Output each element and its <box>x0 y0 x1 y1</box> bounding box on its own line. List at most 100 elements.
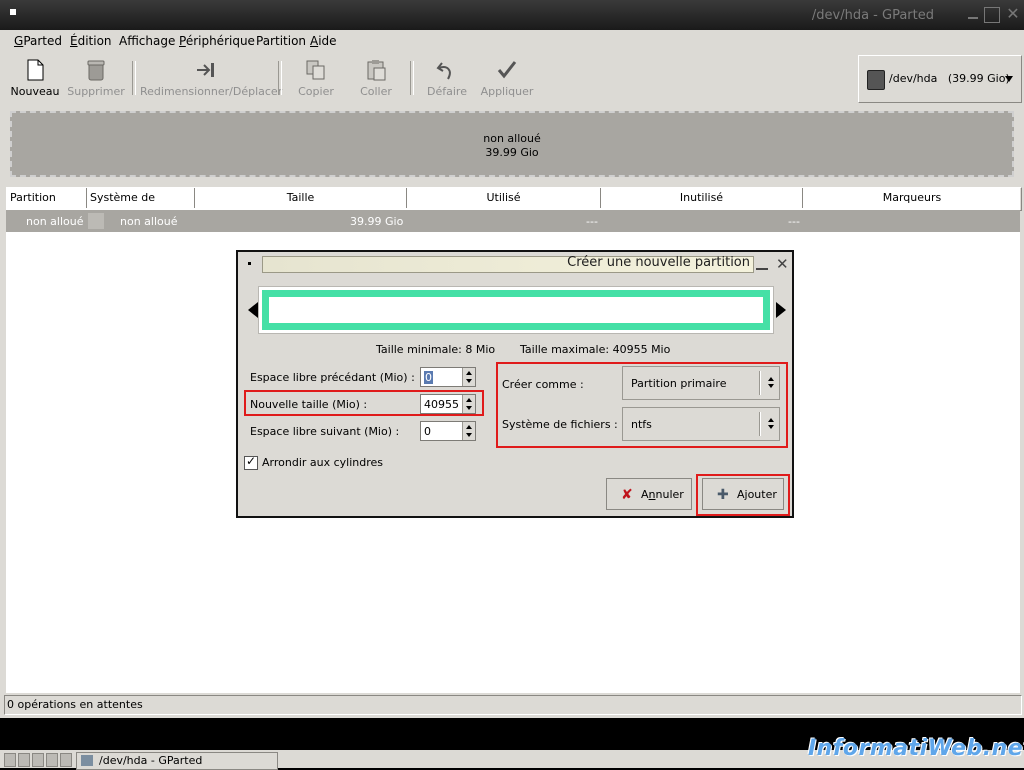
toolbar: Nouveau Supprimer Redimensionner/Déplace… <box>4 53 856 103</box>
new-label: Nouveau <box>10 85 60 98</box>
col-unused[interactable]: Inutilisé <box>601 188 803 208</box>
menu-bar: GParted Édition Affichage Périphérique P… <box>4 30 1020 52</box>
paste-button[interactable]: Coller <box>348 53 404 103</box>
filesystem-value: ntfs <box>631 418 652 431</box>
dialog-minimize-icon[interactable] <box>756 258 768 270</box>
partition-list-header: Partition Système de fichiers Taille Uti… <box>6 187 1022 224</box>
add-plus-icon: ✚ <box>717 487 729 503</box>
new-button[interactable]: Nouveau <box>8 53 62 103</box>
spin-down-icon[interactable] <box>466 406 472 410</box>
close-icon[interactable]: ✕ <box>1006 6 1020 22</box>
window-titlebar[interactable]: /dev/hda - GParted ✕ <box>0 0 1024 30</box>
spin-up-icon[interactable] <box>466 398 472 402</box>
device-selector[interactable]: /dev/hda (39.99 Gio) <box>858 55 1022 103</box>
col-flags[interactable]: Marqueurs <box>803 188 1021 208</box>
copy-button[interactable]: Copier <box>288 53 344 103</box>
new-document-icon <box>27 59 44 81</box>
workspace-2[interactable] <box>18 753 30 767</box>
workspace-1[interactable] <box>4 753 16 767</box>
status-text: 0 opérations en attentes <box>7 698 143 711</box>
taskbar-window-label: /dev/hda - GParted <box>99 754 203 767</box>
filesystem-select[interactable]: ntfs <box>622 407 780 441</box>
maximize-icon[interactable] <box>984 7 1000 23</box>
spin-up-icon[interactable] <box>466 371 472 375</box>
spin-down-icon[interactable] <box>466 379 472 383</box>
free-before-spinbox[interactable]: 0 <box>420 367 476 387</box>
workspace-3[interactable] <box>32 753 44 767</box>
col-used[interactable]: Utilisé <box>407 188 601 208</box>
round-cylinders-label[interactable]: Arrondir aux cylindres <box>262 456 383 469</box>
delete-button[interactable]: Supprimer <box>66 53 126 103</box>
minimize-icon[interactable] <box>966 7 980 21</box>
spin-up-icon[interactable] <box>466 425 472 429</box>
spin-buttons[interactable] <box>462 395 475 413</box>
window-menu-icon[interactable] <box>10 9 16 15</box>
trash-icon <box>87 60 105 81</box>
resize-label: Redimensionner/Déplacer <box>140 85 283 98</box>
disk-graph-unallocated[interactable]: non alloué 39.99 Gio <box>10 111 1014 177</box>
graph-label: non alloué <box>483 132 541 145</box>
table-row[interactable]: non alloué non alloué 39.99 Gio --- --- <box>6 210 1020 232</box>
delete-label: Supprimer <box>67 85 125 98</box>
slider-left-arrow-icon[interactable] <box>248 302 258 318</box>
create-as-select[interactable]: Partition primaire <box>622 366 780 400</box>
gparted-app-icon <box>81 755 93 766</box>
select-up-icon <box>768 377 774 381</box>
menu-aide[interactable]: Aide <box>310 34 337 48</box>
window-title: /dev/hda - GParted <box>811 8 934 23</box>
taskbar-window-gparted[interactable]: /dev/hda - GParted <box>76 752 278 770</box>
select-down-icon <box>768 384 774 388</box>
cancel-x-icon: ✘ <box>621 487 633 503</box>
new-size-spinbox[interactable]: 40955 <box>420 394 476 414</box>
col-size[interactable]: Taille <box>195 188 407 208</box>
dialog-menu-icon[interactable] <box>248 262 251 265</box>
resize-move-button[interactable]: Redimensionner/Déplacer <box>140 53 283 103</box>
dialog-titlebar[interactable]: Créer une nouvelle partition ✕ <box>238 252 792 274</box>
spin-buttons[interactable] <box>462 368 475 386</box>
toolbar-separator <box>278 61 282 95</box>
menu-partition[interactable]: Partition <box>256 34 306 48</box>
col-partition[interactable]: Partition <box>7 188 87 208</box>
add-label: Ajouter <box>737 488 777 501</box>
graph-size: 39.99 Gio <box>485 146 539 159</box>
menu-peripherique[interactable]: Périphérique <box>179 34 255 48</box>
spin-down-icon[interactable] <box>466 433 472 437</box>
new-size-label: Nouvelle taille (Mio) : <box>250 398 368 411</box>
undo-button[interactable]: Défaire <box>420 53 474 103</box>
menu-affichage[interactable]: Affichage <box>119 34 175 48</box>
workspace-5[interactable] <box>60 753 72 767</box>
min-size-label: Taille minimale: 8 Mio <box>376 343 496 356</box>
row-filesystem: non alloué <box>120 215 178 228</box>
slider-right-arrow-icon[interactable] <box>776 302 786 318</box>
resize-arrow-icon <box>197 63 214 77</box>
free-after-spinbox[interactable]: 0 <box>420 421 476 441</box>
menu-gparted[interactable]: GParted <box>14 34 62 48</box>
cancel-label: Annuler <box>641 488 684 501</box>
row-size: 39.99 Gio <box>350 215 404 228</box>
spin-buttons[interactable] <box>462 422 475 440</box>
menu-edition[interactable]: Édition <box>70 34 112 48</box>
free-before-value: 0 <box>424 371 433 384</box>
cancel-button[interactable]: ✘ Annuler <box>606 478 692 510</box>
checkmark-icon <box>497 61 517 79</box>
create-as-label: Créer comme : <box>502 378 584 391</box>
harddisk-icon <box>867 70 885 90</box>
checkmark-icon: ✓ <box>246 454 257 468</box>
watermark-logo: InformatiWeb.net <box>808 736 1024 761</box>
round-cylinders-checkbox[interactable]: ✓ <box>244 454 258 470</box>
dialog-close-icon[interactable]: ✕ <box>776 257 789 272</box>
col-filesystem[interactable]: Système de fichiers <box>87 188 195 224</box>
new-size-value: 40955 <box>424 398 459 411</box>
toolbar-separator <box>410 61 414 95</box>
add-button[interactable]: ✚ Ajouter <box>702 478 784 510</box>
free-after-label: Espace libre suivant (Mio) : <box>250 425 400 438</box>
status-bar: 0 opérations en attentes <box>4 695 1022 715</box>
partition-size-slider[interactable] <box>248 286 786 336</box>
slider-partition-bar[interactable] <box>262 290 770 330</box>
apply-button[interactable]: Appliquer <box>478 53 536 103</box>
workspace-4[interactable] <box>46 753 58 767</box>
copy-label: Copier <box>298 85 334 98</box>
toolbar-separator <box>132 61 136 95</box>
copy-icon <box>306 60 325 80</box>
row-used: --- <box>586 215 598 228</box>
